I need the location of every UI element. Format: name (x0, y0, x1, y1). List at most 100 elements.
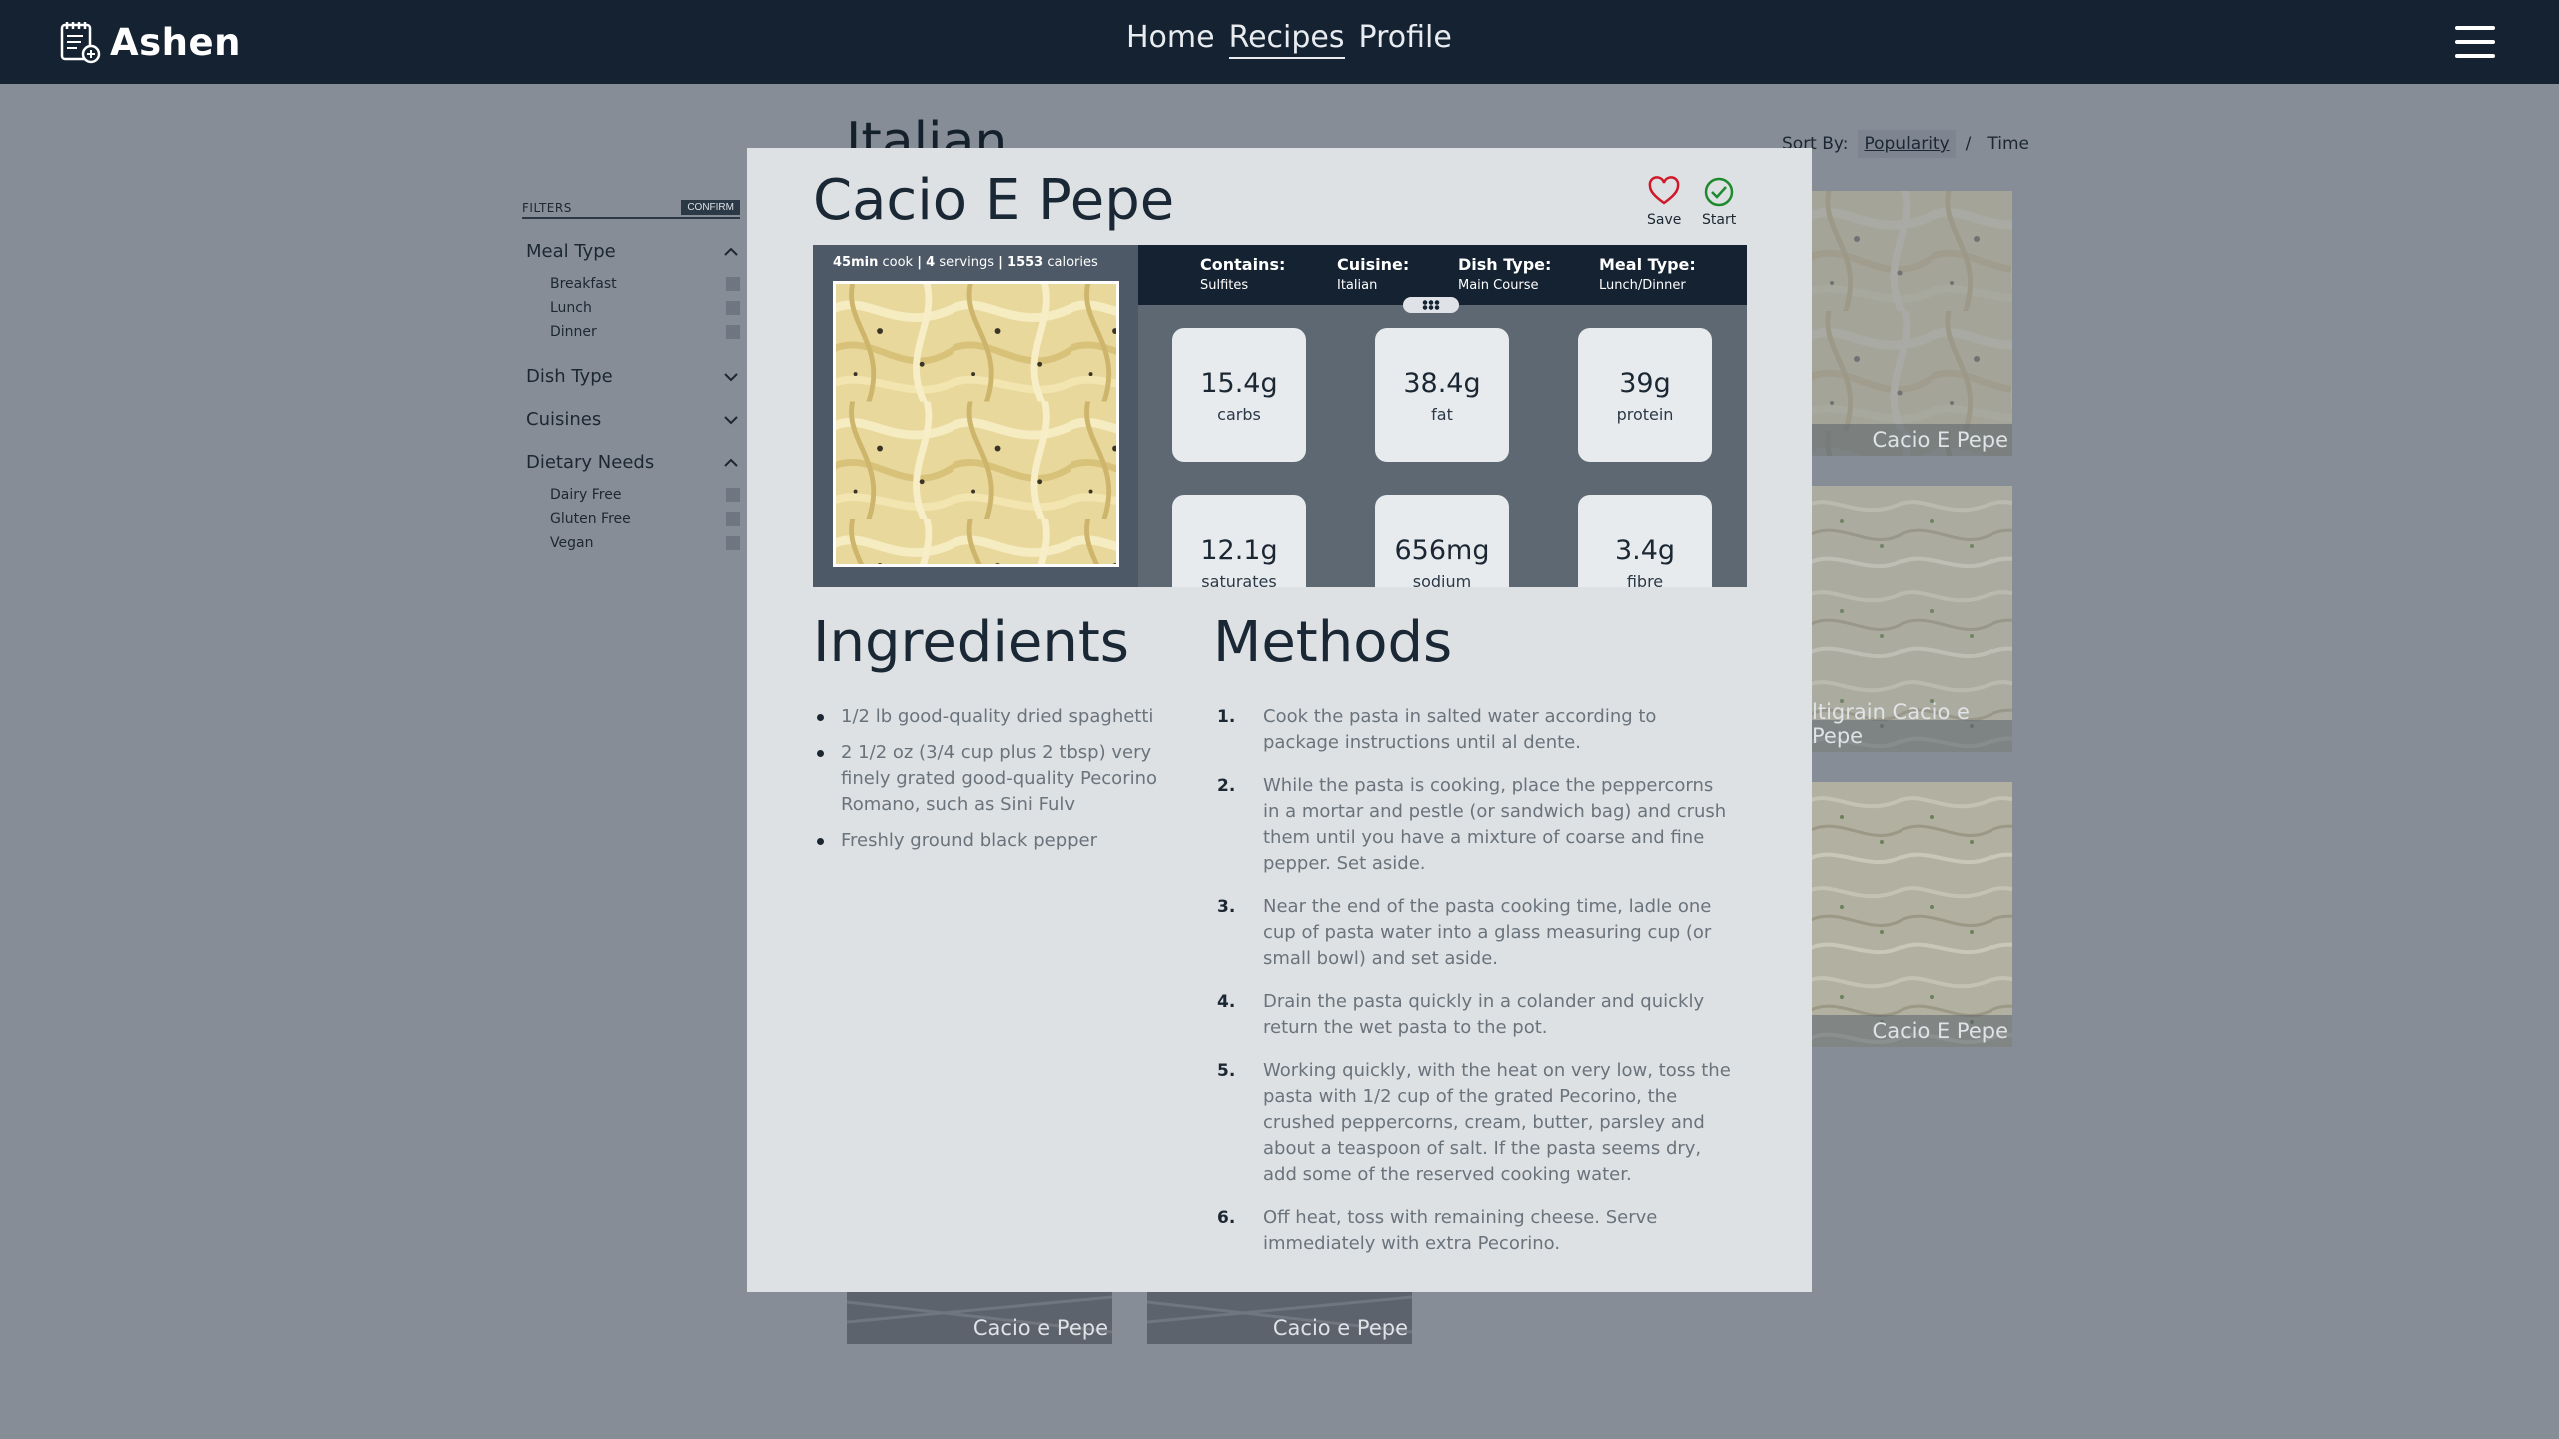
tag-key: Dish Type: (1458, 255, 1552, 274)
dish-photo (833, 281, 1119, 567)
tag-key: Contains: (1200, 255, 1286, 274)
servings-count: 4 (926, 255, 936, 270)
nutrition-value: 38.4g (1403, 368, 1481, 399)
ingredients-title: Ingredients (813, 610, 1129, 675)
recipe-card-title: Cacio E Pepe (1872, 1019, 2008, 1043)
recipe-card-title: Cacio E Pepe (1872, 428, 2008, 452)
recipe-card[interactable]: Cacio E Pepe (1812, 782, 2012, 1047)
chevron-up-icon (724, 458, 738, 467)
methods-list: 1. Cook the pasta in salted water accordi… (1213, 704, 1733, 1274)
recipe-summary: 45min cook | 4 servings | 1553 calories (813, 245, 1138, 587)
filter-option-dairy-free[interactable]: Dairy Free (522, 483, 740, 507)
recipe-tags-bar: Contains: Sulfites Cuisine: Italian Dish… (1138, 245, 1747, 305)
filter-group-title: Meal Type (526, 241, 616, 262)
step-text: Near the end of the pasta cooking time, … (1263, 896, 1712, 969)
tag-dish-type: Dish Type: Main Course (1458, 255, 1551, 293)
main-nav: Home Recipes Profile (1126, 20, 1452, 59)
recipe-card[interactable]: ltigrain Cacio e Pepe (1812, 486, 2012, 752)
chevron-down-icon (724, 372, 738, 381)
tag-value: Main Course (1458, 278, 1539, 293)
checkbox[interactable] (726, 536, 740, 550)
sort-option-popularity[interactable]: Popularity (1858, 130, 1956, 158)
filter-group-toggle[interactable]: Dish Type (522, 366, 740, 387)
filter-group-toggle[interactable]: Dietary Needs (522, 452, 740, 473)
filter-group-dish-type: Dish Type (522, 366, 740, 387)
nav-link-profile[interactable]: Profile (1359, 20, 1452, 59)
step-number: 5. (1217, 1061, 1236, 1081)
tag-cuisine: Cuisine: Italian (1337, 255, 1409, 293)
recipe-title: Cacio E Pepe (813, 168, 1175, 233)
nutrition-value: 3.4g (1614, 535, 1676, 566)
recipe-meta-line: 45min cook | 4 servings | 1553 calories (833, 255, 1098, 270)
cook-time-unit: cook (882, 255, 914, 270)
filter-group-toggle[interactable]: Meal Type (522, 241, 740, 262)
tag-contains: Contains: Sulfites (1200, 255, 1285, 293)
checkbox[interactable] (726, 488, 740, 502)
filters-panel: FILTERS CONFIRM Meal Type Breakfast Lunc… (522, 200, 740, 555)
method-step: 2. While the pasta is cooking, place the … (1213, 773, 1733, 877)
recipe-detail-modal: Cacio E Pepe Save Start 45min cook | 4 s… (747, 148, 1812, 1292)
heart-icon (1648, 176, 1680, 205)
confirm-filters-button[interactable]: CONFIRM (681, 200, 740, 215)
filter-option-lunch[interactable]: Lunch (522, 296, 740, 320)
sort-bar: Sort By: Popularity / Time (1782, 130, 2035, 158)
sort-option-time[interactable]: Time (1981, 130, 2035, 158)
filter-option-label: Dinner (550, 324, 597, 340)
nutrition-card-fibre: 3.4g fibre (1578, 495, 1712, 587)
recipe-book-icon (60, 22, 101, 64)
filter-option-gluten-free[interactable]: Gluten Free (522, 507, 740, 531)
filter-option-dinner[interactable]: Dinner (522, 320, 740, 344)
recipe-card[interactable]: Cacio e Pepe (847, 1292, 1112, 1344)
checkbox[interactable] (726, 301, 740, 315)
brand-logo[interactable]: Ashen (56, 18, 241, 66)
cook-time: 45min (833, 255, 879, 270)
nutrition-label: saturates (1201, 572, 1277, 587)
checkbox[interactable] (726, 325, 740, 339)
filters-header: FILTERS CONFIRM (522, 200, 740, 219)
filter-group-dietary-needs: Dietary Needs Dairy Free Gluten Free Veg… (522, 452, 740, 555)
chevron-down-icon (724, 415, 738, 424)
save-label: Save (1647, 212, 1682, 228)
step-number: 2. (1217, 776, 1236, 796)
ingredient-item: 1/2 lb good-quality dried spaghetti (813, 704, 1188, 730)
nutrition-grid[interactable]: 15.4g carbs 38.4g fat 39g protein 12.1g … (1138, 305, 1747, 587)
ingredients-list: 1/2 lb good-quality dried spaghetti 2 1/… (813, 704, 1188, 864)
tag-value: Lunch/Dinner (1599, 278, 1686, 293)
filter-option-label: Vegan (550, 535, 594, 551)
calories-count: 1553 (1007, 255, 1044, 270)
drag-handle-icon[interactable] (1403, 297, 1459, 313)
nav-link-recipes[interactable]: Recipes (1228, 20, 1345, 59)
nutrition-label: carbs (1217, 405, 1261, 424)
checkbox[interactable] (726, 512, 740, 526)
filter-option-label: Breakfast (550, 276, 617, 292)
start-button[interactable]: Start (1702, 176, 1736, 228)
filter-option-breakfast[interactable]: Breakfast (522, 272, 740, 296)
save-button[interactable]: Save (1647, 176, 1681, 228)
filter-option-vegan[interactable]: Vegan (522, 531, 740, 555)
recipe-card-title: Cacio e Pepe (972, 1316, 1108, 1340)
step-text: Cook the pasta in salted water according… (1263, 706, 1657, 753)
nutrition-value: 15.4g (1200, 368, 1278, 399)
method-step: 1. Cook the pasta in salted water accordi… (1213, 704, 1733, 756)
calories-unit: calories (1047, 255, 1098, 270)
step-number: 1. (1217, 707, 1236, 727)
step-text: Off heat, toss with remaining cheese. Se… (1263, 1207, 1658, 1254)
step-number: 4. (1217, 992, 1236, 1012)
sort-separator: / (1965, 134, 1972, 154)
recipe-card-image (1812, 191, 2012, 456)
nav-link-home[interactable]: Home (1126, 20, 1215, 59)
recipe-card[interactable]: Cacio e Pepe (1147, 1292, 1412, 1344)
hamburger-menu-icon[interactable] (2455, 26, 2495, 58)
recipe-card[interactable]: Cacio E Pepe (1812, 191, 2012, 456)
step-text: Working quickly, with the heat on very l… (1263, 1060, 1731, 1185)
filter-group-toggle[interactable]: Cuisines (522, 409, 740, 430)
start-label: Start (1702, 212, 1737, 228)
checkbox[interactable] (726, 277, 740, 291)
nutrition-label: protein (1616, 405, 1674, 424)
recipe-card-image (1812, 782, 2012, 1047)
filter-option-label: Lunch (550, 300, 592, 316)
method-step: 4. Drain the pasta quickly in a colander … (1213, 989, 1733, 1041)
nutrition-card-carbs: 15.4g carbs (1172, 328, 1306, 462)
filter-group-title: Dish Type (526, 366, 613, 387)
filter-option-label: Dairy Free (550, 487, 622, 503)
